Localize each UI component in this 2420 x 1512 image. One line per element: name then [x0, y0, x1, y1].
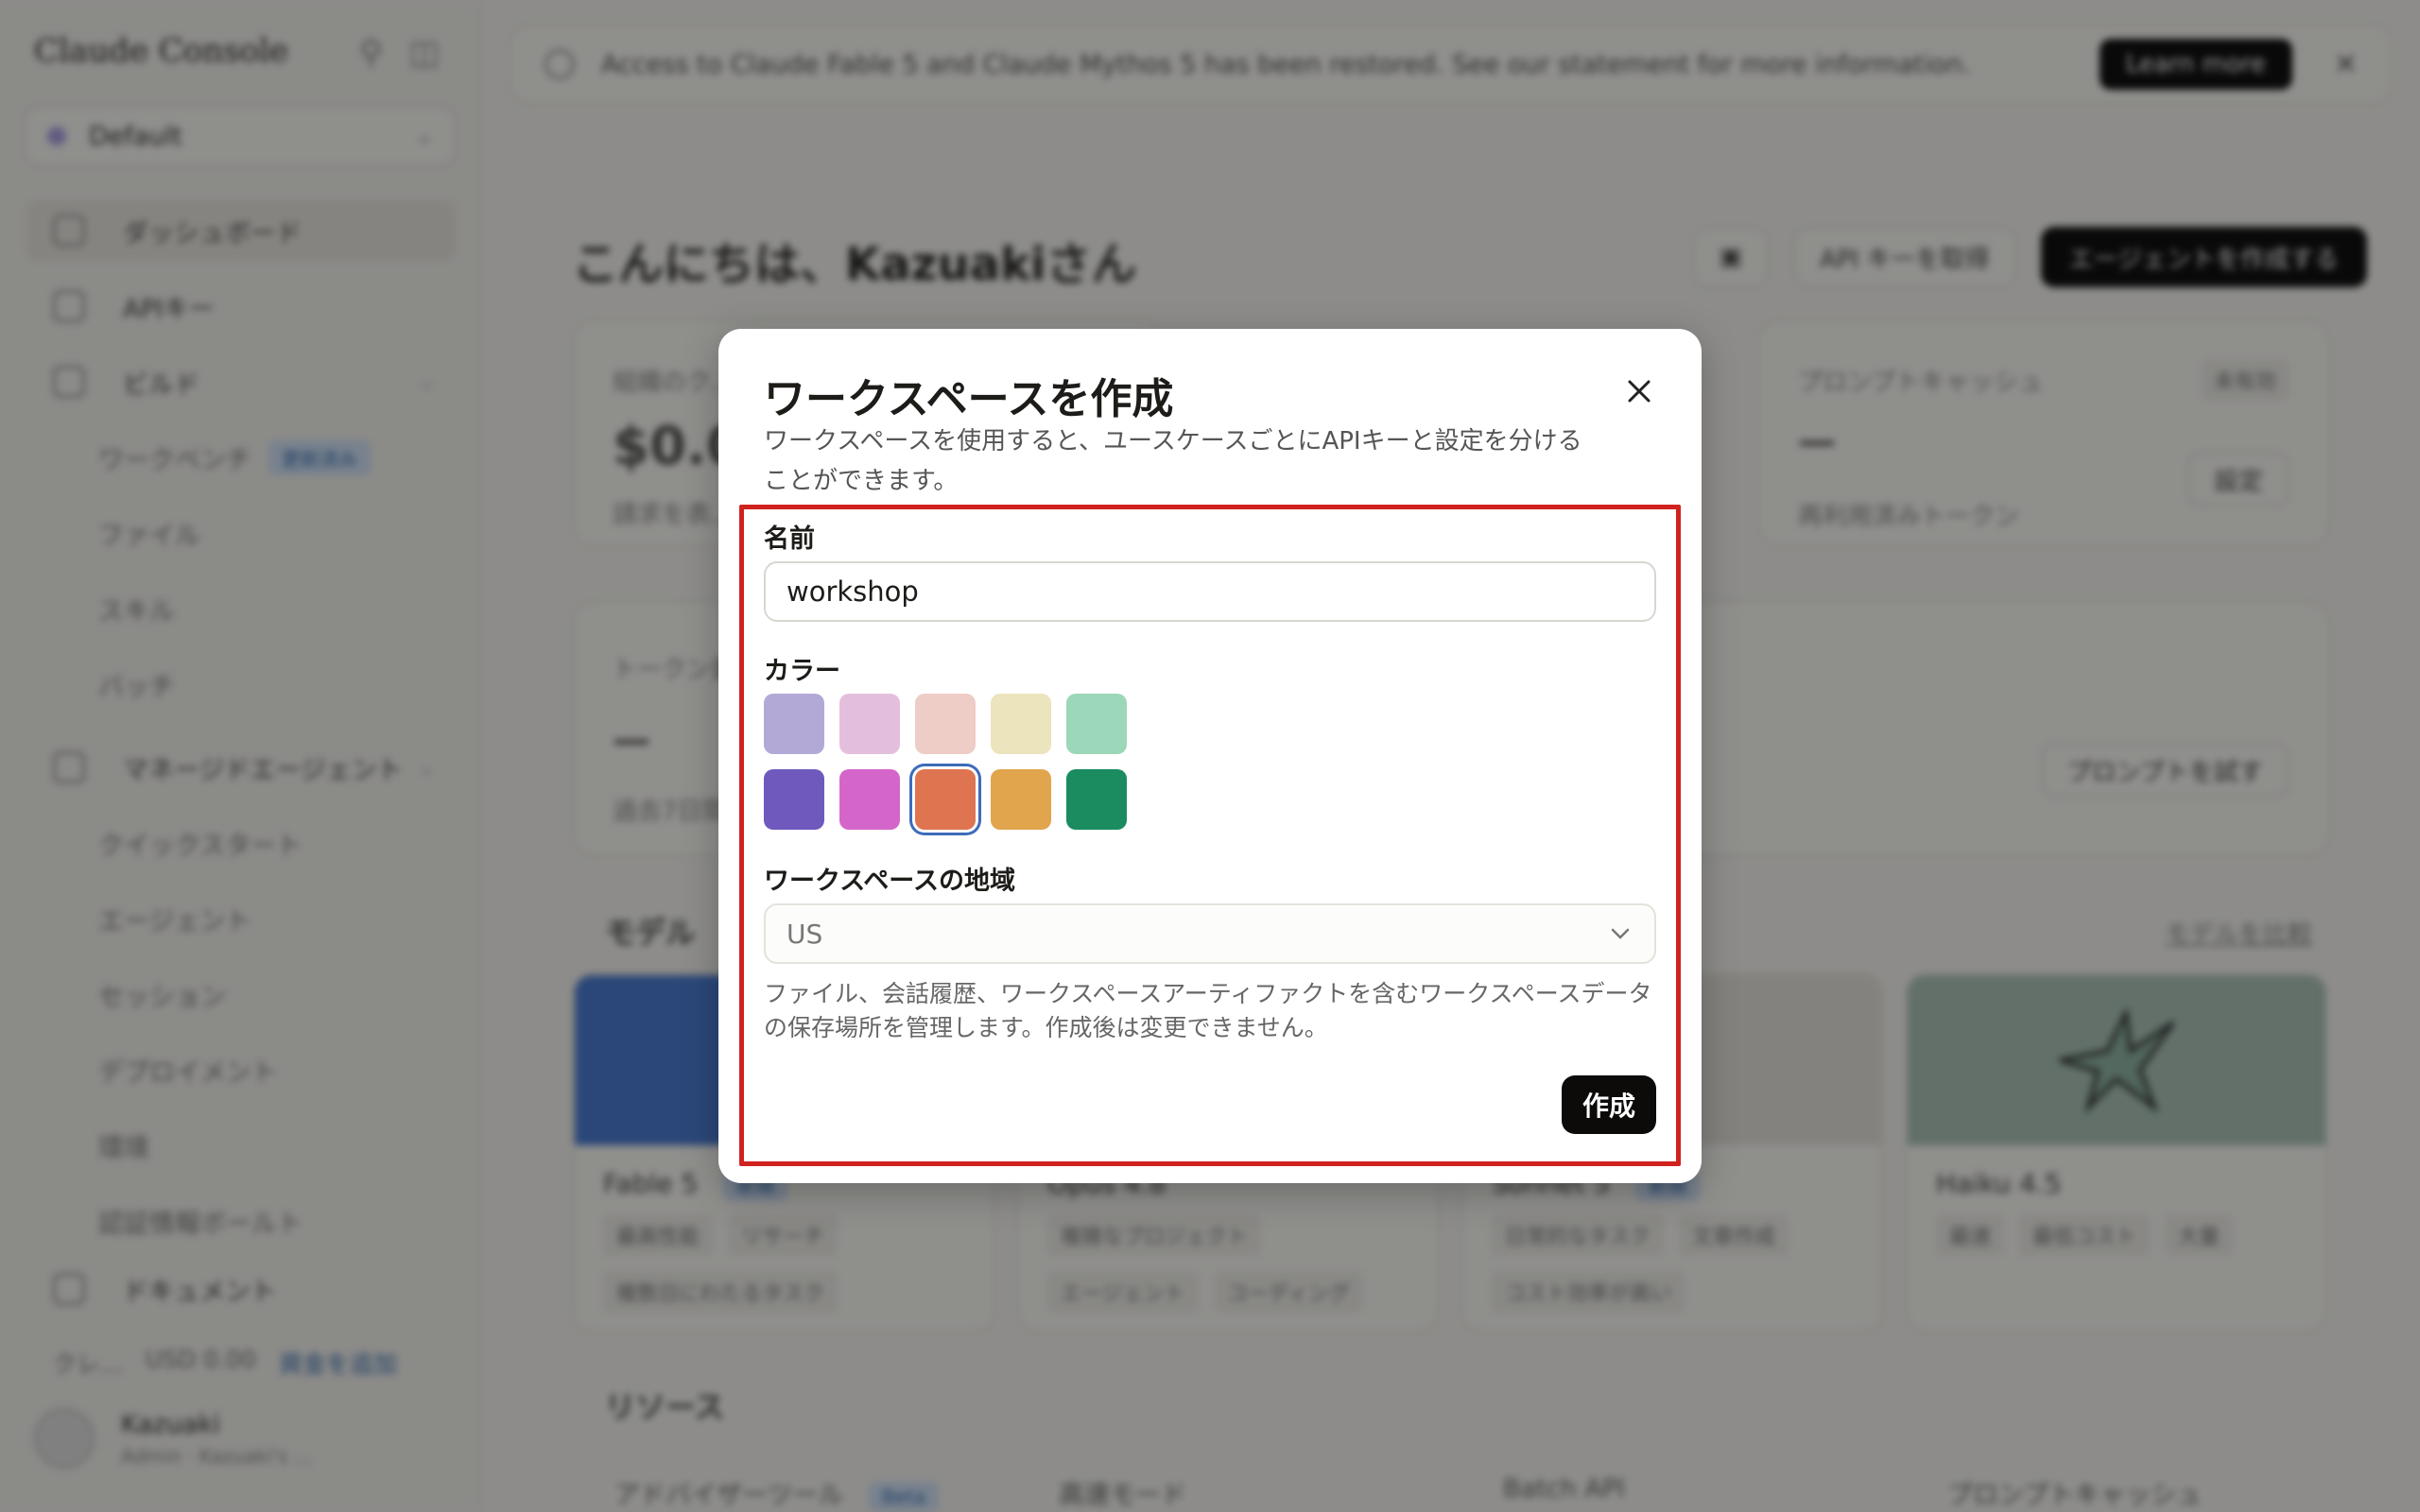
color-swatch[interactable]	[1066, 769, 1127, 830]
color-swatch[interactable]	[915, 694, 976, 754]
color-swatch[interactable]	[991, 694, 1051, 754]
color-label: カラー	[764, 657, 840, 686]
dialog-title: ワークスペースを作成	[764, 375, 1174, 423]
color-swatch[interactable]	[915, 769, 976, 830]
color-swatch[interactable]	[1066, 694, 1127, 754]
create-workspace-dialog: ワークスペースを作成 ワークスペースを使用すると、ユースケースごとにAPIキーと…	[718, 329, 1702, 1183]
workspace-name-input[interactable]	[764, 561, 1656, 622]
region-help-text: ファイル、会話履歴、ワークスペースアーティファクトを含むワークスペースデータの保…	[764, 980, 1652, 1041]
color-swatch[interactable]	[764, 769, 824, 830]
name-label: 名前	[764, 524, 815, 554]
region-label: ワークスペースの地域	[764, 867, 1015, 896]
dialog-description: ワークスペースを使用すると、ユースケースごとにAPIキーと設定を分けることができ…	[764, 427, 1582, 495]
color-swatch[interactable]	[839, 694, 900, 754]
color-swatch[interactable]	[839, 769, 900, 830]
color-swatch[interactable]	[764, 694, 824, 754]
chevron-down-icon	[1611, 928, 1630, 939]
close-icon[interactable]	[1618, 370, 1660, 412]
color-swatch[interactable]	[991, 769, 1051, 830]
create-button[interactable]: 作成	[1561, 1075, 1656, 1134]
color-picker	[764, 694, 1127, 830]
region-select[interactable]: US	[764, 903, 1656, 964]
region-select-value: US	[786, 918, 823, 950]
